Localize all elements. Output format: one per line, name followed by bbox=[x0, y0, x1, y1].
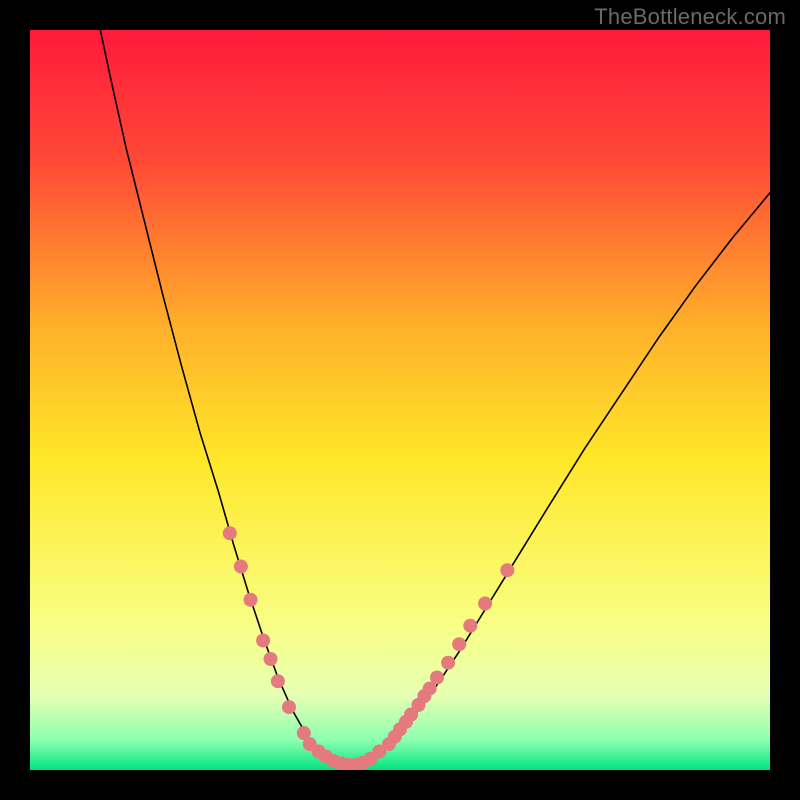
marker-dot bbox=[256, 634, 270, 648]
marker-dot bbox=[234, 560, 248, 574]
marker-dot bbox=[430, 671, 444, 685]
marker-dot bbox=[223, 526, 237, 540]
marker-dot bbox=[478, 597, 492, 611]
marker-dot bbox=[244, 593, 258, 607]
marker-dot bbox=[500, 563, 514, 577]
marker-dot bbox=[282, 700, 296, 714]
gradient-background bbox=[30, 30, 770, 770]
marker-dot bbox=[463, 619, 477, 633]
watermark-text: TheBottleneck.com bbox=[594, 4, 786, 30]
chart-frame: TheBottleneck.com bbox=[0, 0, 800, 800]
marker-dot bbox=[441, 656, 455, 670]
marker-dot bbox=[264, 652, 278, 666]
chart-svg bbox=[30, 30, 770, 770]
marker-dot bbox=[271, 674, 285, 688]
plot-area bbox=[30, 30, 770, 770]
marker-dot bbox=[452, 637, 466, 651]
